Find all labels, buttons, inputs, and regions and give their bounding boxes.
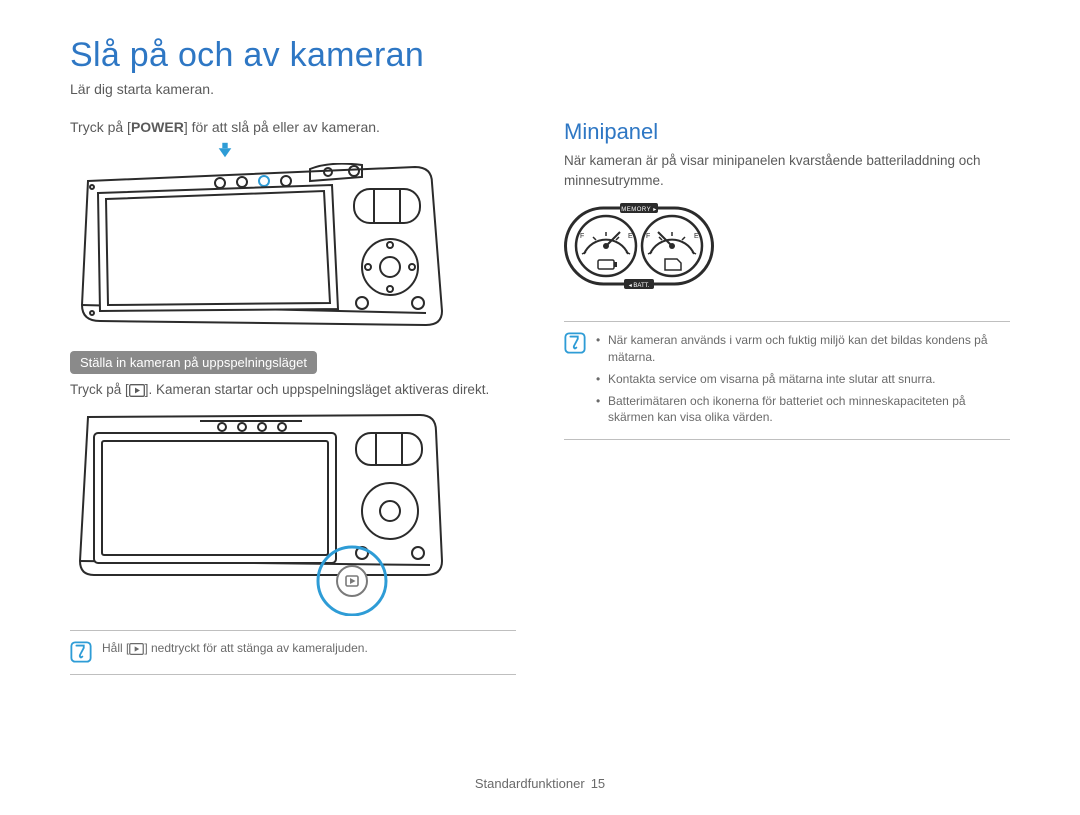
gauge-label-batt: ◂ BATT. — [629, 283, 650, 289]
minipanel-heading: Minipanel — [564, 119, 1010, 145]
svg-text:F: F — [646, 233, 650, 240]
play-icon — [129, 383, 145, 403]
list-item: Batterimätaren och ikonerna för batterie… — [596, 393, 1010, 427]
divider — [564, 439, 1010, 440]
silence-note-prefix: Håll [ — [102, 641, 129, 655]
svg-text:E: E — [628, 233, 633, 240]
note-icon — [70, 641, 92, 666]
divider — [70, 674, 516, 675]
arrow-down-icon — [70, 141, 516, 159]
footer-page-number: 15 — [591, 776, 605, 791]
minipanel-notes-list: När kameran används i varm och fuktig mi… — [596, 332, 1010, 431]
divider — [70, 630, 516, 631]
silence-note: Håll [ ] nedtryckt för att stänga av kam… — [70, 641, 516, 666]
minipanel-intro: När kameran är på visar minipanelen kvar… — [564, 151, 1010, 190]
playback-prefix: Tryck på [ — [70, 382, 129, 397]
camera-back-illustration — [70, 163, 516, 333]
playback-instruction: Tryck på [ ]. Kameran startar och uppspe… — [70, 380, 516, 403]
power-instruction-suffix: ] för att slå på eller av kameran. — [184, 119, 380, 135]
play-icon — [129, 643, 144, 658]
page-title: Slå på och av kameran — [70, 36, 1010, 75]
playback-suffix: ]. Kameran startar och uppspelningsläget… — [145, 382, 489, 397]
list-item: När kameran används i varm och fuktig mi… — [596, 332, 1010, 366]
page-subtitle: Lär dig starta kameran. — [70, 81, 1010, 97]
power-label: POWER — [131, 119, 184, 135]
playback-section-label: Ställa in kameran på uppspelningsläget — [70, 351, 317, 374]
page-footer: Standardfunktioner 15 — [0, 776, 1080, 791]
power-instruction: Tryck på [POWER] för att slå på eller av… — [70, 119, 516, 135]
svg-text:E: E — [694, 233, 699, 240]
footer-section: Standardfunktioner — [475, 776, 585, 791]
divider — [564, 321, 1010, 322]
camera-playback-illustration — [70, 411, 516, 616]
minipanel-gauge-illustration: F E — [564, 202, 1010, 295]
note-icon — [564, 332, 586, 431]
silence-note-suffix: ] nedtryckt för att stänga av kameraljud… — [144, 641, 367, 655]
svg-text:F: F — [580, 233, 584, 240]
list-item: Kontakta service om visarna på mätarna i… — [596, 371, 1010, 388]
power-instruction-prefix: Tryck på [ — [70, 119, 131, 135]
silence-note-text: Håll [ ] nedtryckt för att stänga av kam… — [102, 641, 368, 666]
gauge-label-memory: MEMORY ▸ — [621, 207, 656, 213]
